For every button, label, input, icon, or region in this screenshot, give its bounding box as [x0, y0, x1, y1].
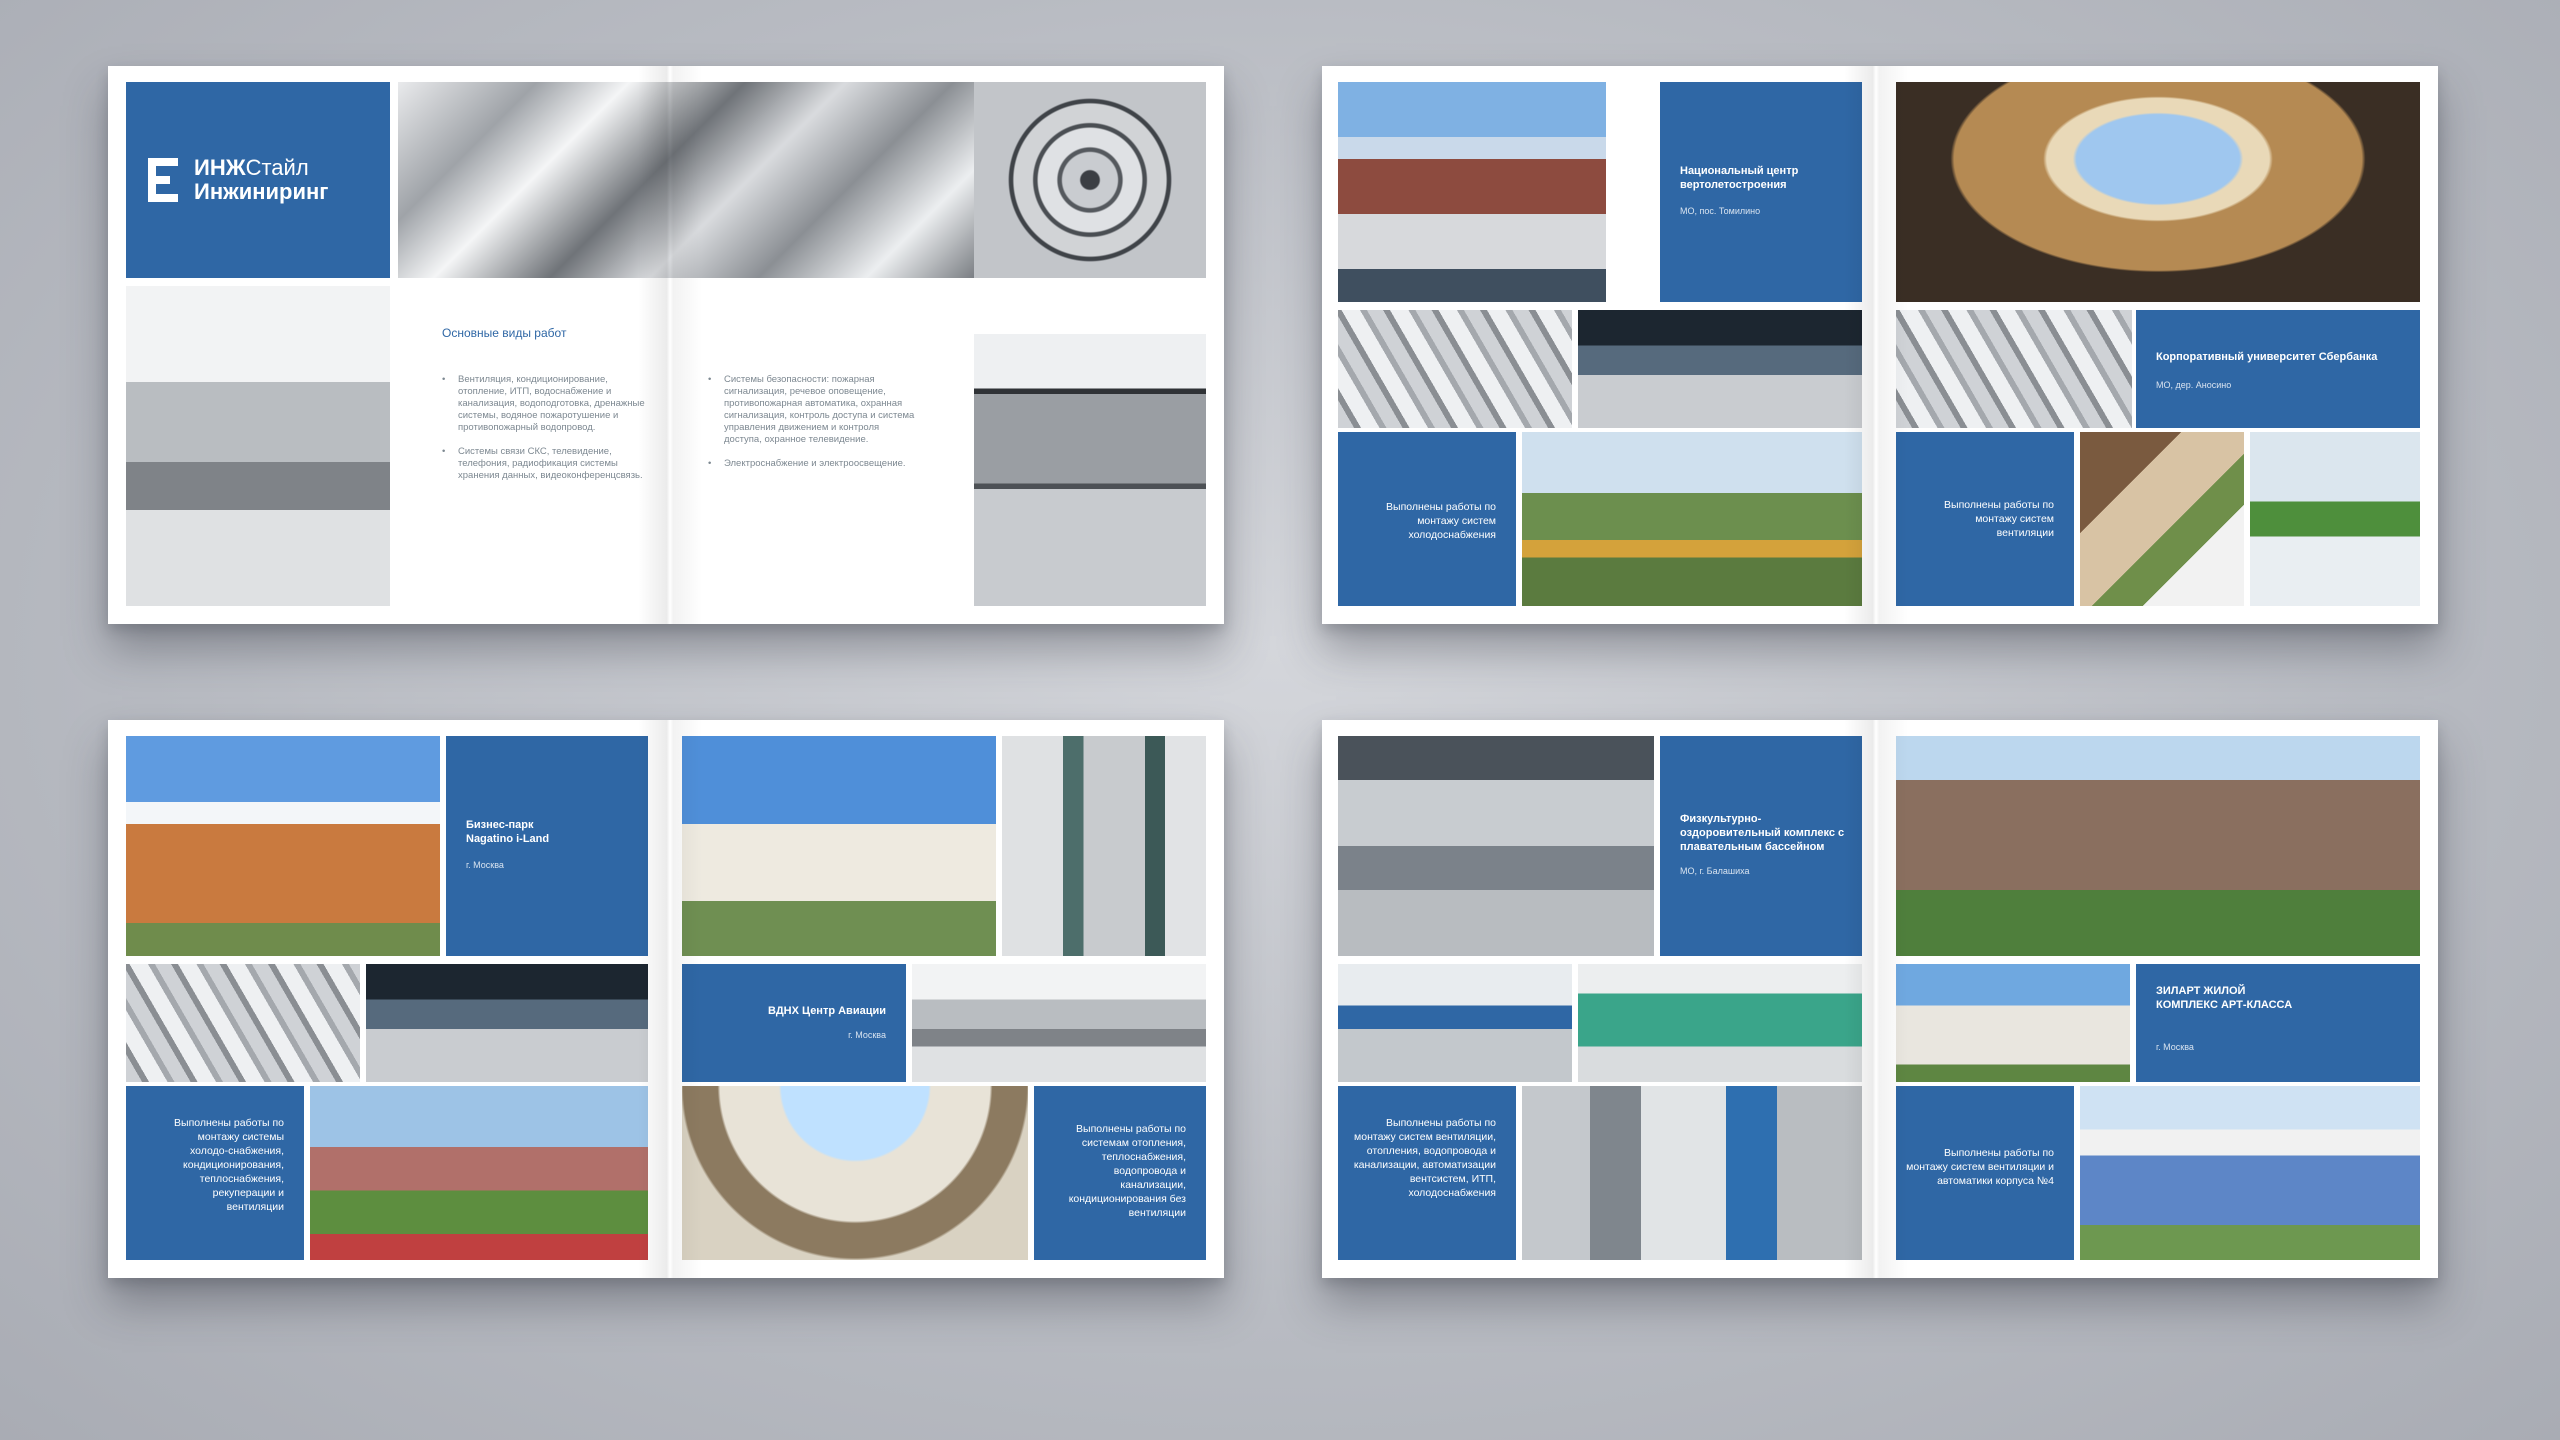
logo-block: ИНЖСтайл Инжиниринг [126, 82, 390, 278]
project-location: МО, дер. Аносино [2156, 380, 2232, 390]
photo-roof-units [126, 286, 390, 606]
photo-residential [1896, 964, 2130, 1082]
project-card: ЗИЛАРТ ЖИЛОЙ КОМПЛЕКС АРТ-КЛАССА г. Моск… [2136, 964, 2420, 1082]
logo-mark-icon [148, 158, 178, 202]
photo-lobby [366, 964, 648, 1082]
brochure-spread-projects-3: Физкультурно-оздоровительный комплекс с … [1322, 720, 2438, 1278]
photo-boiler-room [1522, 1086, 1862, 1260]
project-location: г. Москва [466, 860, 504, 870]
project-location: МО, пос. Томилино [1680, 206, 1761, 216]
works-card: Выполнены работы по системам отопления, … [1034, 1086, 1206, 1260]
brand-line2: Инжиниринг [194, 179, 329, 204]
works-card: Выполнены работы по монтажу систем венти… [1338, 1086, 1516, 1260]
project-location: г. Москва [2156, 1042, 2194, 1052]
services-list-1: Вентиляция, кондиционирование, отопление… [442, 374, 650, 494]
list-item: Системы безопасности: пожарная сигнализа… [708, 374, 916, 446]
project-card: Физкультурно-оздоровительный комплекс с … [1660, 736, 1862, 956]
photo-tower [126, 736, 440, 956]
photo-helicopter [1522, 432, 1862, 606]
project-card: Корпоративный университет Сбербанка МО, … [2136, 310, 2420, 428]
project-title: Корпоративный университет Сбербанка [2156, 351, 2378, 363]
photo-courtyard [1896, 736, 2420, 956]
works-card: Выполнены работы по монтажу систем венти… [1896, 1086, 2074, 1260]
photo-sber-interior [2080, 432, 2244, 606]
project-card: Национальный центр вертолетостроения МО,… [1660, 82, 1862, 302]
photo-ducts [1338, 736, 1654, 956]
photo-roof-units [912, 964, 1206, 1082]
project-title: Национальный центр вертолетостроения [1680, 165, 1799, 191]
project-title: Физкультурно-оздоровительный комплекс с … [1680, 813, 1845, 853]
list-item: Системы связи СКС, телевидение, телефони… [442, 446, 650, 482]
brand-line1-bold: ИНЖ [194, 155, 246, 180]
works-card: Выполнены работы по монтажу систем венти… [1896, 432, 2074, 606]
photo-pipes [126, 964, 360, 1082]
works-text: Выполнены работы по монтажу систем венти… [1906, 1147, 2054, 1187]
project-location: МО, г. Балашиха [1680, 866, 1750, 876]
photo-vdnh [682, 736, 996, 956]
photo-atrium [1896, 82, 2420, 302]
project-card: Бизнес-парк Nagatino i-Land г. Москва [446, 736, 648, 956]
works-text: Выполнены работы по монтажу систем венти… [1353, 1117, 1496, 1199]
brand-logo: ИНЖСтайл Инжиниринг [148, 155, 329, 204]
photo-pipes [1896, 310, 2132, 428]
project-title: ЗИЛАРТ ЖИЛОЙ КОМПЛЕКС АРТ-КЛАССА [2156, 985, 2293, 1011]
photo-interior [1578, 310, 1862, 428]
project-title: ВДНХ Центр Авиации [768, 1005, 886, 1017]
works-card: Выполнены работы по монтажу системы холо… [126, 1086, 304, 1260]
works-text: Выполнены работы по монтажу систем венти… [1944, 499, 2054, 539]
works-text: Выполнены работы по монтажу системы холо… [174, 1117, 284, 1213]
brochure-spread-intro: ИНЖСтайл Инжиниринг Основные виды работ … [108, 66, 1224, 624]
list-item: Электроснабжение и электроосвещение. [708, 458, 916, 470]
photo-pumps [1002, 736, 1206, 956]
works-card: Выполнены работы по монтажу систем холод… [1338, 432, 1516, 606]
section-heading: Основные виды работ [442, 326, 567, 340]
photo-dome [682, 1086, 1028, 1260]
project-title: Бизнес-парк Nagatino i-Land [466, 819, 550, 845]
photo-steel-pipes [398, 82, 974, 278]
works-text: Выполнены работы по системам отопления, … [1068, 1123, 1186, 1219]
photo-control-cabinets [1578, 964, 1862, 1082]
brochure-spread-projects-1: Национальный центр вертолетостроения МО,… [1322, 66, 2438, 624]
brochure-spread-projects-2: Бизнес-парк Nagatino i-Land г. Москва Вы… [108, 720, 1224, 1278]
photo-residential-towers [2080, 1086, 2420, 1260]
photo-pipes [1338, 310, 1572, 428]
photo-helicopter-center [1338, 82, 1606, 302]
photo-fan [974, 82, 1206, 278]
project-location: г. Москва [848, 1030, 886, 1040]
services-list-2: Системы безопасности: пожарная сигнализа… [708, 374, 916, 482]
photo-business-park [310, 1086, 648, 1260]
photo-sber-sign [2250, 432, 2420, 606]
list-item: Вентиляция, кондиционирование, отопление… [442, 374, 650, 434]
works-text: Выполнены работы по монтажу систем холод… [1386, 501, 1496, 541]
photo-chiller [974, 334, 1206, 606]
project-card: ВДНХ Центр Авиации г. Москва [682, 964, 906, 1082]
photo-pool-building [1338, 964, 1572, 1082]
brand-line1-rest: Стайл [245, 155, 309, 180]
